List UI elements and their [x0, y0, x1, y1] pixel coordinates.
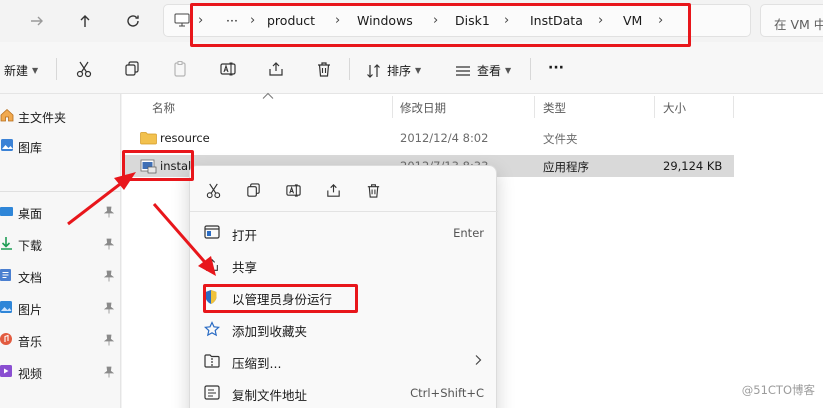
arrow-to-run-as-admin: [152, 203, 212, 269]
annotation-arrows: [67, 172, 216, 276]
arrow-to-install: [67, 176, 129, 226]
watermark: @51CTO博客: [741, 383, 815, 397]
